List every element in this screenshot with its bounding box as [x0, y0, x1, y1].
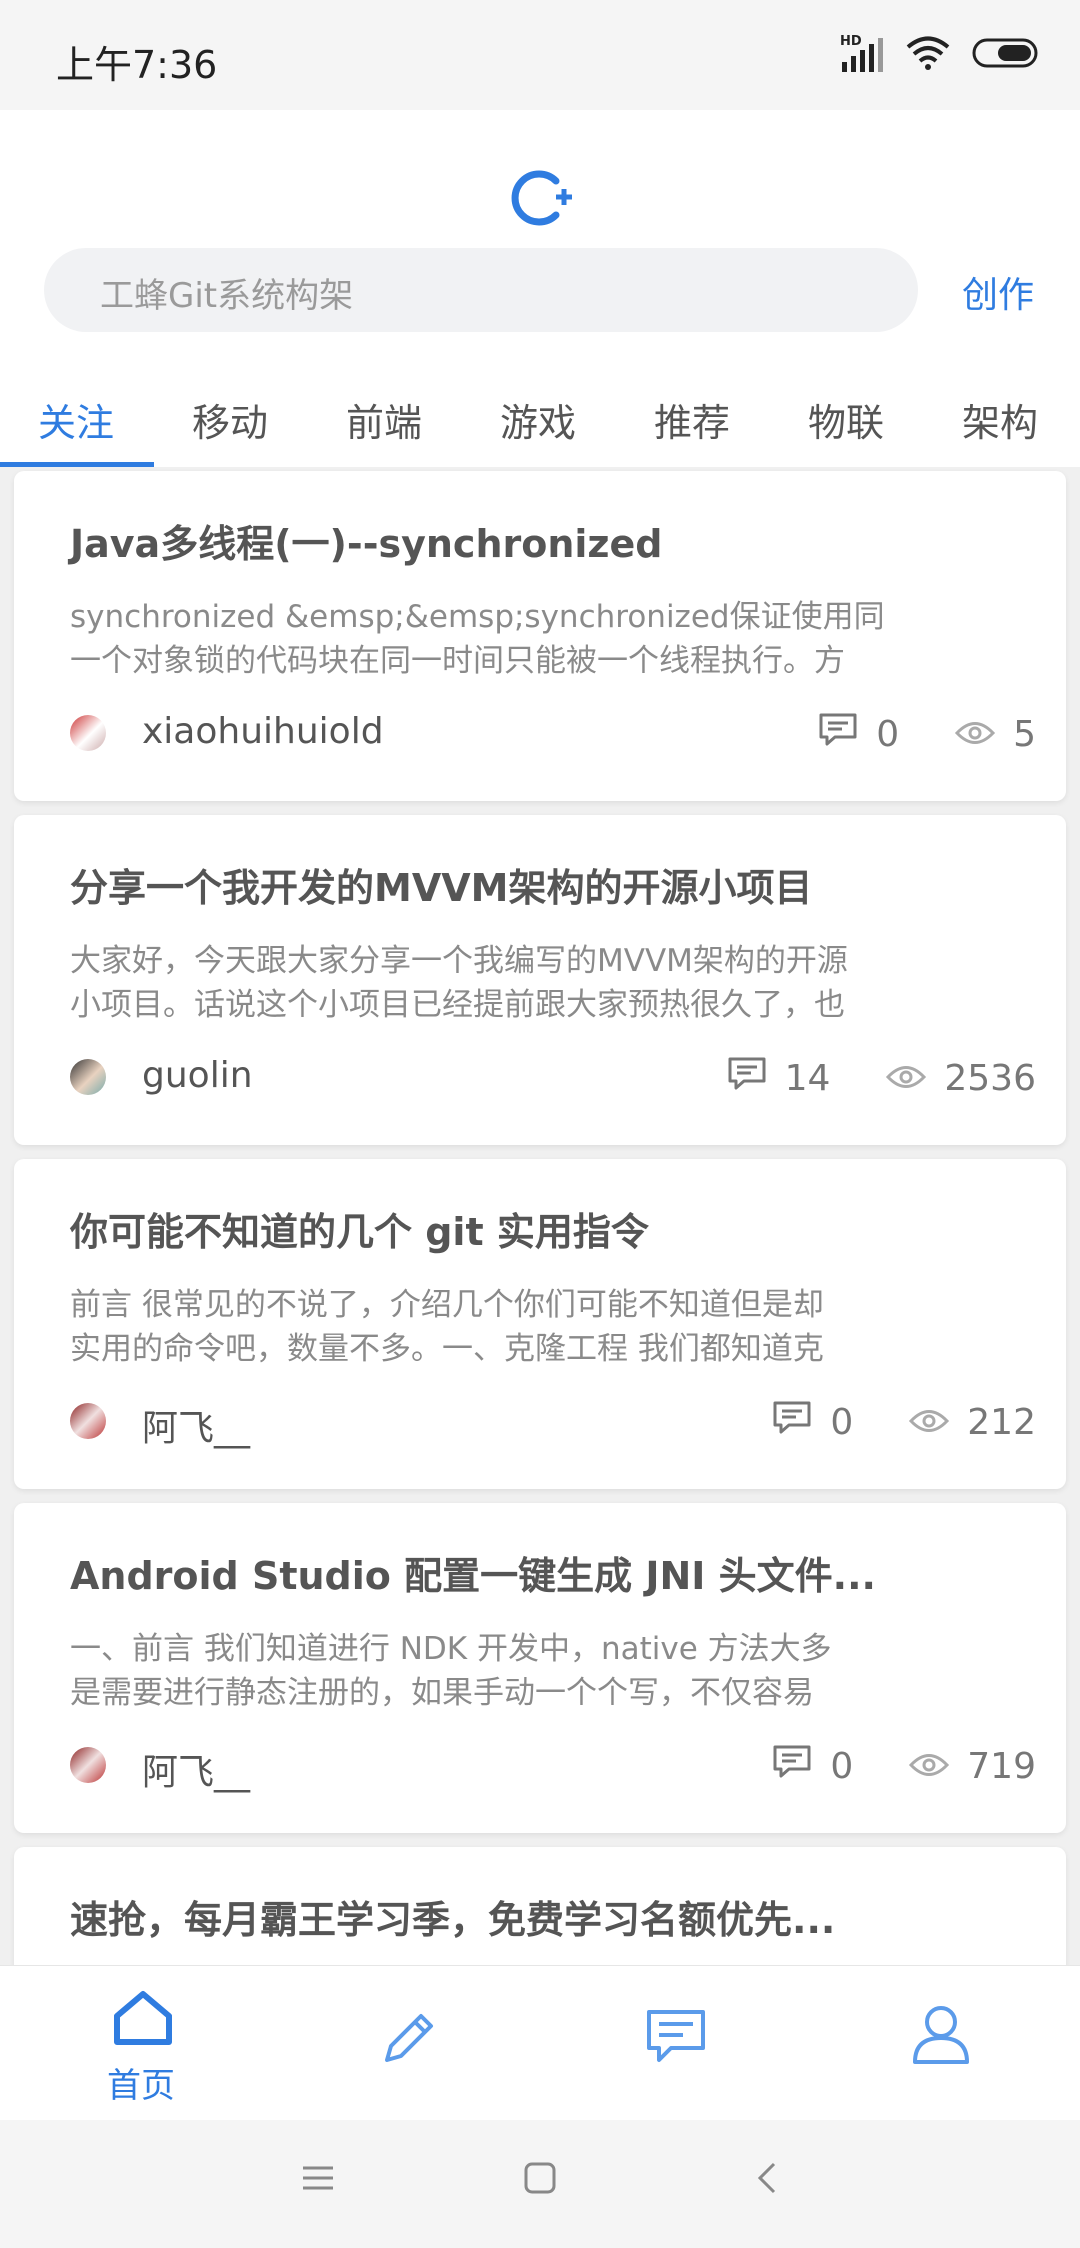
excerpt-line: synchronized &emsp;&emsp;synchronized保证使… — [70, 599, 885, 635]
tab-recommended[interactable]: 推荐 — [654, 392, 730, 447]
article-excerpt: synchronized &emsp;&emsp;synchronized保证使… — [70, 595, 930, 683]
avatar[interactable] — [70, 1747, 106, 1783]
comment-icon — [772, 1744, 812, 1789]
excerpt-line: 大家好，今天跟大家分享一个我编写的MVVM架构的开源 — [70, 943, 848, 979]
wifi-icon — [906, 36, 950, 74]
view-count-value: 5 — [1013, 713, 1036, 755]
nav-messages[interactable] — [538, 1966, 808, 2121]
status-time: 上午7:36 — [56, 43, 218, 87]
author-name[interactable]: xiaohuihuiold — [142, 711, 384, 752]
eye-icon — [909, 1746, 950, 1787]
article-stats: 0 212 — [716, 1397, 1036, 1447]
comment-count: 14 — [727, 1056, 831, 1101]
comment-count: 0 — [772, 1744, 853, 1789]
article-title[interactable]: 你可能不知道的几个 git 实用指令 — [70, 1201, 649, 1256]
avatar[interactable] — [70, 1059, 106, 1095]
article-stats: 0 719 — [716, 1741, 1036, 1791]
home-square-icon[interactable] — [522, 2160, 558, 2200]
message-icon — [645, 2008, 707, 2072]
comment-icon — [818, 712, 858, 757]
system-navigation-bar — [0, 2120, 1080, 2248]
article-excerpt: 大家好，今天跟大家分享一个我编写的MVVM架构的开源 小项目。话说这个小项目已经… — [70, 939, 930, 1027]
tab-frontend[interactable]: 前端 — [346, 392, 422, 447]
nav-home[interactable]: 首页 — [6, 1966, 276, 2121]
status-bar: 上午7:36 HD — [0, 0, 1080, 110]
tab-games[interactable]: 游戏 — [500, 392, 576, 447]
article-meta: xiaohuihuiold 0 5 — [70, 709, 1036, 759]
excerpt-line: 一、前言 我们知道进行 NDK 开发中，native 方法大多 — [70, 1631, 832, 1667]
author-name[interactable]: 阿飞__ — [142, 1399, 250, 1451]
back-icon[interactable] — [750, 2160, 786, 2200]
view-count-value: 719 — [967, 1745, 1036, 1787]
comment-count-value: 0 — [830, 1401, 854, 1443]
excerpt-line: 前言 很常见的不说了，介绍几个你们可能不知道但是却 — [70, 1287, 824, 1323]
article-meta: 阿飞__ 0 212 — [70, 1397, 1036, 1449]
comment-count: 0 — [772, 1400, 853, 1445]
article-excerpt: 一、前言 我们知道进行 NDK 开发中，native 方法大多 是需要进行静态注… — [70, 1627, 930, 1715]
comment-icon — [772, 1400, 812, 1445]
eye-icon — [886, 1058, 927, 1099]
view-count: 212 — [909, 1402, 1036, 1443]
status-icons: HD — [840, 34, 1042, 74]
eye-icon — [955, 714, 996, 755]
nav-home-label: 首页 — [107, 2066, 175, 2106]
tab-iot[interactable]: 物联 — [808, 392, 884, 447]
menu-icon[interactable] — [300, 2160, 336, 2200]
article-card[interactable]: 速抢，每月霸王学习季，免费学习名额优先... — [14, 1847, 1066, 1965]
eye-icon — [909, 1402, 950, 1443]
view-count: 2536 — [886, 1058, 1036, 1099]
signal-icon: HD — [840, 34, 884, 74]
author-name[interactable]: 阿飞__ — [142, 1743, 250, 1795]
view-count: 719 — [909, 1746, 1036, 1787]
search-placeholder: 工蜂Git系统构架 — [100, 276, 354, 316]
article-card[interactable]: 你可能不知道的几个 git 实用指令 前言 很常见的不说了，介绍几个你们可能不知… — [14, 1159, 1066, 1489]
article-stats: 14 2536 — [671, 1053, 1036, 1103]
view-count-value: 212 — [967, 1401, 1036, 1443]
article-title[interactable]: Android Studio 配置一键生成 JNI 头文件... — [70, 1545, 876, 1600]
category-tabs: 关注 移动 前端 游戏 推荐 物联 架构 — [0, 370, 1080, 467]
article-meta: 阿飞__ 0 719 — [70, 1741, 1036, 1793]
view-count: 5 — [955, 714, 1036, 755]
nav-profile[interactable] — [804, 1966, 1074, 2121]
app-logo-icon — [508, 165, 574, 231]
article-card[interactable]: Java多线程(一)--synchronized synchronized &e… — [14, 471, 1066, 801]
bottom-nav: 首页 — [0, 1965, 1080, 2120]
article-feed[interactable]: Java多线程(一)--synchronized synchronized &e… — [0, 467, 1080, 1965]
pencil-icon — [379, 2008, 439, 2072]
excerpt-line: 是需要进行静态注册的，如果手动一个个写，不仅容易 — [70, 1675, 814, 1711]
avatar[interactable] — [70, 715, 106, 751]
search-input[interactable]: 工蜂Git系统构架 — [44, 248, 918, 332]
tab-follow[interactable]: 关注 — [38, 392, 114, 447]
article-excerpt: 前言 很常见的不说了，介绍几个你们可能不知道但是却 实用的命令吧，数量不多。一、… — [70, 1283, 930, 1371]
article-title[interactable]: Java多线程(一)--synchronized — [70, 513, 663, 568]
comment-icon — [727, 1056, 767, 1101]
avatar[interactable] — [70, 1403, 106, 1439]
article-title[interactable]: 速抢，每月霸王学习季，免费学习名额优先... — [70, 1889, 835, 1944]
excerpt-line: 小项目。话说这个小项目已经提前跟大家预热很久了，也 — [70, 987, 845, 1023]
article-stats: 0 5 — [762, 709, 1036, 759]
create-button[interactable]: 创作 — [962, 266, 1034, 318]
comment-count-value: 0 — [830, 1745, 854, 1787]
excerpt-line: 实用的命令吧，数量不多。一、克隆工程 我们都知道克 — [70, 1331, 824, 1367]
comment-count-value: 0 — [876, 713, 900, 755]
article-meta: guolin 14 2536 — [70, 1053, 1036, 1103]
comment-count: 0 — [818, 712, 899, 757]
view-count-value: 2536 — [944, 1057, 1036, 1099]
article-title[interactable]: 分享一个我开发的MVVM架构的开源小项目 — [70, 857, 812, 912]
article-card[interactable]: 分享一个我开发的MVVM架构的开源小项目 大家好，今天跟大家分享一个我编写的MV… — [14, 815, 1066, 1145]
user-icon — [911, 2004, 971, 2070]
home-icon — [113, 1990, 173, 2050]
battery-icon — [972, 37, 1042, 73]
tab-mobile[interactable]: 移动 — [192, 392, 268, 447]
tab-architecture[interactable]: 架构 — [962, 392, 1038, 447]
author-name[interactable]: guolin — [142, 1055, 253, 1096]
article-card[interactable]: Android Studio 配置一键生成 JNI 头文件... 一、前言 我们… — [14, 1503, 1066, 1833]
comment-count-value: 14 — [784, 1057, 831, 1099]
excerpt-line: 一个对象锁的代码块在同一时间只能被一个线程执行。方 — [70, 643, 845, 679]
nav-write[interactable] — [272, 1966, 542, 2121]
header: 工蜂Git系统构架 创作 关注 移动 前端 游戏 推荐 物联 架构 — [0, 110, 1080, 467]
